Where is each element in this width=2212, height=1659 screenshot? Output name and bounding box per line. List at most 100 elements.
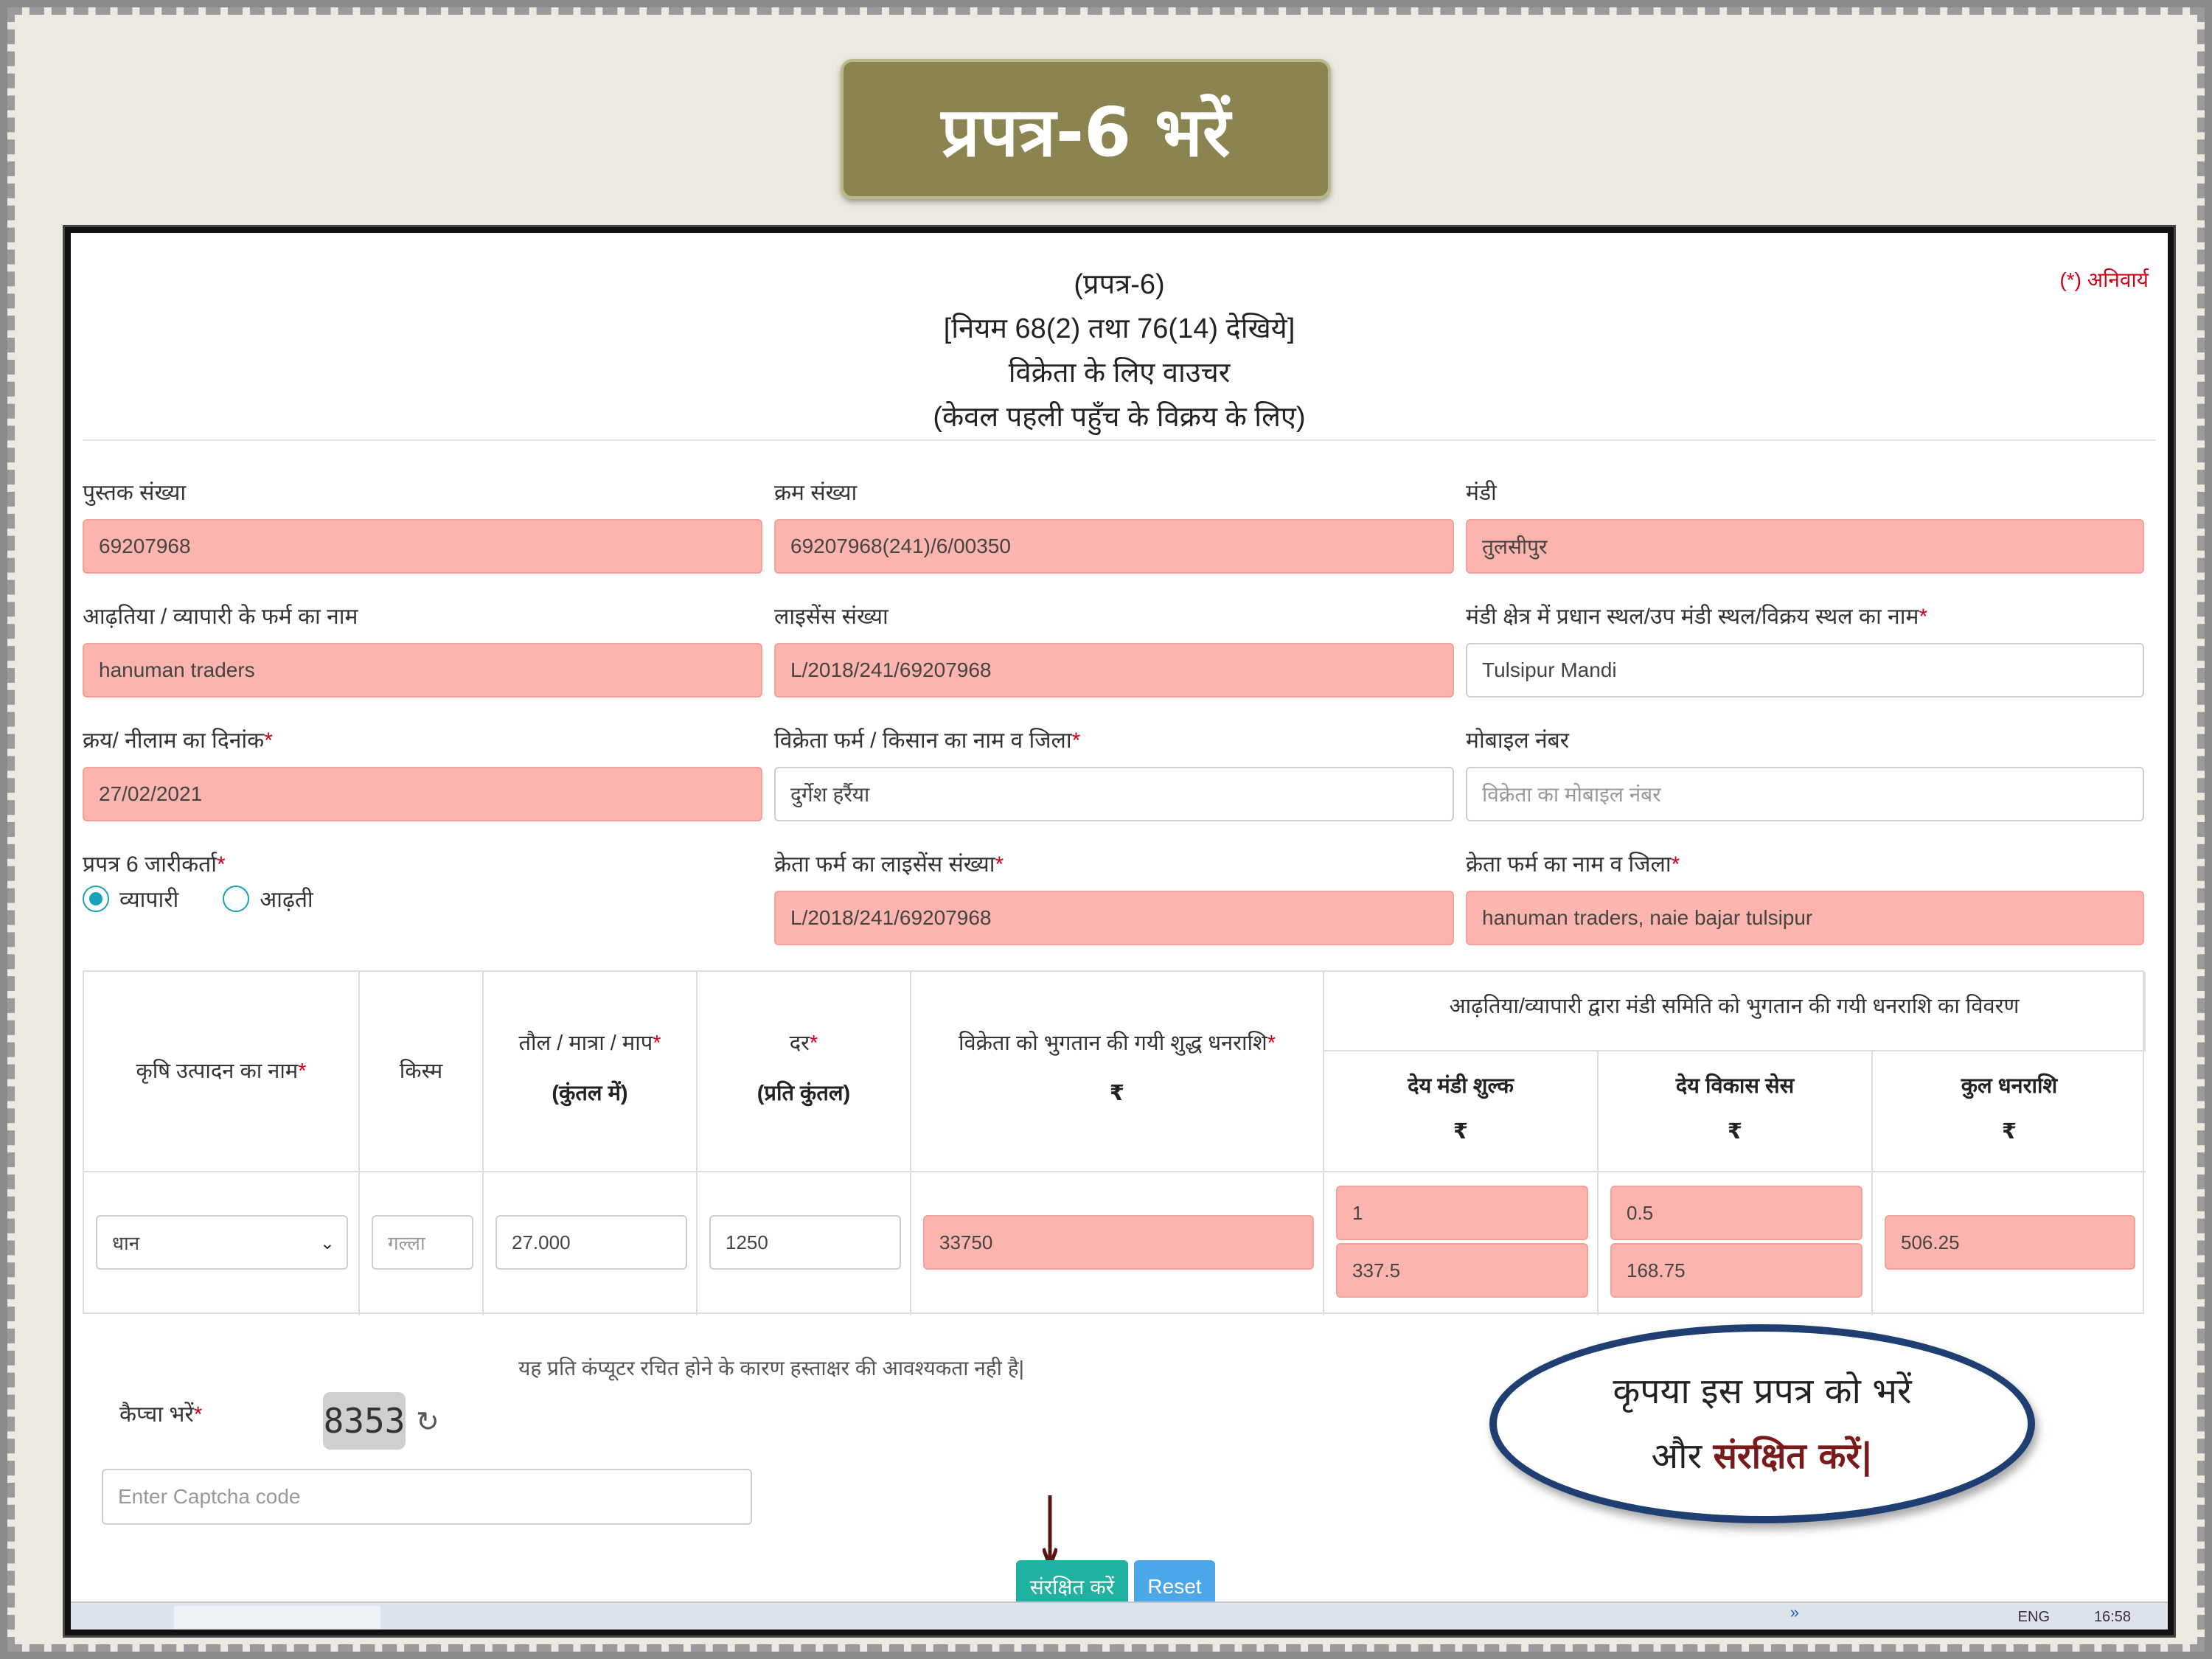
- instruction-callout: कृपया इस प्रपत्र को भरें और संरक्षित करे…: [1489, 1324, 2035, 1523]
- th-rate-text: दर*: [789, 1032, 818, 1055]
- mandi-field[interactable]: तुलसीपुर: [1466, 519, 2144, 574]
- form-heading-line: विक्रेता के लिए वाउचर: [1008, 358, 1231, 389]
- th-rate: दर* (प्रति कुंतल): [698, 972, 911, 1172]
- th-total: कुल धनराशि ₹: [1873, 1051, 2146, 1172]
- mandi-fee-amount-input[interactable]: 337.5: [1336, 1243, 1588, 1298]
- refresh-icon[interactable]: ↻: [416, 1405, 439, 1439]
- dev-cess-rate-input[interactable]: 0.5: [1610, 1186, 1863, 1240]
- auction-date-label: क्रय/ नीलाम का दिनांक*: [83, 728, 273, 753]
- callout-line-2-emphasis: संरक्षित करें|: [1713, 1436, 1874, 1477]
- issuer-radio-group: व्यापारी आढ़ती: [83, 883, 358, 914]
- buyer-name-label: क्रेता फर्म का नाम व जिला*: [1466, 852, 1680, 877]
- th-net-amount: विक्रेता को भुगतान की गयी शुद्ध धनराशि* …: [911, 972, 1324, 1172]
- signature-note: यह प्रति कंप्यूटर रचित होने के कारण हस्त…: [518, 1357, 1024, 1380]
- firm-name-field[interactable]: hanuman traders: [83, 643, 762, 698]
- issuer-label: प्रपत्र 6 जारीकर्ता*: [83, 852, 226, 877]
- th-group-text: आढ़तिया/व्यापारी द्वारा मंडी समिति को भु…: [1449, 995, 2020, 1018]
- serial-number-field[interactable]: 69207968(241)/6/00350: [774, 519, 1454, 574]
- place-name-label-text: मंडी क्षेत्र में प्रधान स्थल/उप मंडी स्थ…: [1466, 605, 1919, 629]
- variety-placeholder: गल्ला: [388, 1232, 425, 1254]
- buyer-license-field[interactable]: L/2018/241/69207968: [774, 891, 1454, 945]
- mobile-field[interactable]: विक्रेता का मोबाइल नंबर: [1466, 767, 2144, 821]
- language-indicator[interactable]: ENG: [2018, 1609, 2050, 1626]
- captcha-label: कैप्चा भरें*: [119, 1402, 203, 1427]
- taskbar-overflow-icon[interactable]: »: [1790, 1603, 1799, 1622]
- issuer-label-text: प्रपत्र 6 जारीकर्ता: [83, 852, 218, 877]
- th-net-amount-unit: ₹: [1109, 1082, 1125, 1105]
- chevron-down-icon: ⌄: [319, 1234, 335, 1253]
- auction-date-field[interactable]: 27/02/2021: [83, 767, 762, 821]
- slide-title: प्रपत्र-6 भरें: [841, 59, 1331, 199]
- license-number-field[interactable]: L/2018/241/69207968: [774, 643, 1454, 698]
- arrow-down-icon: [1043, 1495, 1057, 1569]
- seller-name-label-text: विक्रेता फर्म / किसान का नाम व जिला: [774, 728, 1072, 753]
- auction-date-label-text: क्रय/ नीलाम का दिनांक: [83, 728, 265, 753]
- net-amount-input[interactable]: 33750: [923, 1215, 1314, 1270]
- th-produce: कृषि उत्पादन का नाम*: [84, 972, 360, 1172]
- th-rate-unit: (प्रति कुंतल): [757, 1082, 851, 1105]
- form-heading-line: [नियम 68(2) तथा 76(14) देखिये]: [943, 313, 1295, 344]
- radio-option-trader[interactable]: व्यापारी: [83, 883, 178, 914]
- buyer-license-label: क्रेता फर्म का लाइसेंस संख्या*: [774, 852, 1004, 877]
- th-net-amount-text: विक्रेता को भुगतान की गयी शुद्ध धनराशि*: [958, 1032, 1276, 1055]
- th-dev-cess: देय विकास सेस ₹: [1599, 1051, 1873, 1172]
- produce-select[interactable]: धान ⌄: [96, 1215, 348, 1270]
- th-variety-text: किस्म: [399, 1060, 443, 1083]
- form-heading-line: (केवल पहली पहुँच के विक्रय के लिए): [933, 402, 1306, 433]
- buyer-name-label-text: क्रेता फर्म का नाम व जिला: [1466, 852, 1672, 877]
- seller-name-label: विक्रेता फर्म / किसान का नाम व जिला*: [774, 728, 1081, 753]
- radio-option-commission-agent[interactable]: आढ़ती: [223, 883, 313, 914]
- slide-background: प्रपत्र-6 भरें (*) अनिवार्य (प्रपत्र-6) …: [7, 7, 2205, 1652]
- book-number-field[interactable]: 69207968: [83, 519, 762, 574]
- dev-cess-amount-input[interactable]: 168.75: [1610, 1243, 1863, 1298]
- th-mandi-fee-unit: ₹: [1453, 1120, 1469, 1144]
- firm-name-label: आढ़तिया / व्यापारी के फर्म का नाम: [83, 605, 358, 629]
- place-name-field[interactable]: Tulsipur Mandi: [1466, 643, 2144, 698]
- produce-select-value: धान: [112, 1232, 140, 1254]
- th-quantity: तौल / मात्रा / माप* (कुंतल में): [484, 972, 698, 1172]
- produce-table: कृषि उत्पादन का नाम* किस्म तौल / मात्रा …: [83, 970, 2146, 1315]
- quantity-input[interactable]: 27.000: [495, 1215, 687, 1270]
- th-group: आढ़तिया/व्यापारी द्वारा मंडी समिति को भु…: [1324, 972, 2146, 1051]
- callout-line-2-prefix: और: [1651, 1436, 1714, 1477]
- taskbar: » ENG 16:58: [71, 1601, 2168, 1630]
- heading-divider: [83, 439, 2156, 441]
- serial-number-label: क्रम संख्या: [774, 481, 858, 505]
- captcha-label-text: कैप्चा भरें: [119, 1402, 194, 1427]
- radio-unchecked-icon[interactable]: [223, 885, 250, 912]
- th-dev-cess-text: देय विकास सेस: [1675, 1074, 1795, 1098]
- th-total-unit: ₹: [2001, 1120, 2017, 1144]
- th-produce-text: कृषि उत्पादन का नाम*: [136, 1060, 307, 1083]
- th-mandi-fee: देय मंडी शुल्क ₹: [1324, 1051, 1599, 1172]
- callout-line-1: कृपया इस प्रपत्र को भरें: [1613, 1371, 1912, 1412]
- buyer-name-field[interactable]: hanuman traders, naie bajar tulsipur: [1466, 891, 2144, 945]
- license-number-label: लाइसेंस संख्या: [774, 605, 888, 629]
- place-name-label: मंडी क्षेत्र में प्रधान स्थल/उप मंडी स्थ…: [1466, 605, 1928, 629]
- book-number-label: पुस्तक संख्या: [83, 481, 187, 505]
- radio-label-trader: व्यापारी: [119, 888, 179, 912]
- rate-input[interactable]: 1250: [709, 1215, 901, 1270]
- callout-line-2: और संरक्षित करें|: [1651, 1424, 1873, 1489]
- mobile-placeholder: विक्रेता का मोबाइल नंबर: [1482, 783, 1661, 806]
- mobile-label: मोबाइल नंबर: [1466, 728, 1570, 753]
- captcha-image: 8353: [323, 1392, 406, 1450]
- seller-name-field[interactable]: दुर्गेश हर्रैया: [774, 767, 1454, 821]
- clock: 16:58: [2093, 1609, 2131, 1625]
- th-quantity-unit: (कुंतल में): [552, 1082, 628, 1105]
- th-quantity-text: तौल / मात्रा / माप*: [518, 1032, 661, 1055]
- captcha-input[interactable]: Enter Captcha code: [102, 1469, 752, 1525]
- total-amount-input[interactable]: 506.25: [1885, 1215, 2135, 1270]
- th-mandi-fee-text: देय मंडी शुल्क: [1408, 1074, 1514, 1098]
- buyer-license-label-text: क्रेता फर्म का लाइसेंस संख्या: [774, 852, 995, 877]
- form-heading: (प्रपत्र-6) [नियम 68(2) तथा 76(14) देखिय…: [71, 262, 2168, 439]
- taskbar-app[interactable]: [174, 1606, 380, 1630]
- mandi-fee-rate-input[interactable]: 1: [1336, 1186, 1588, 1240]
- variety-input[interactable]: गल्ला: [372, 1215, 473, 1270]
- radio-label-commission-agent: आढ़ती: [260, 888, 313, 912]
- radio-checked-icon[interactable]: [83, 885, 109, 912]
- mandi-label: मंडी: [1466, 481, 1497, 505]
- th-dev-cess-unit: ₹: [1727, 1120, 1743, 1144]
- th-variety: किस्म: [360, 972, 484, 1172]
- th-total-text: कुल धनराशि: [1961, 1074, 2058, 1098]
- form-heading-line: (प्रपत्र-6): [1074, 269, 1165, 300]
